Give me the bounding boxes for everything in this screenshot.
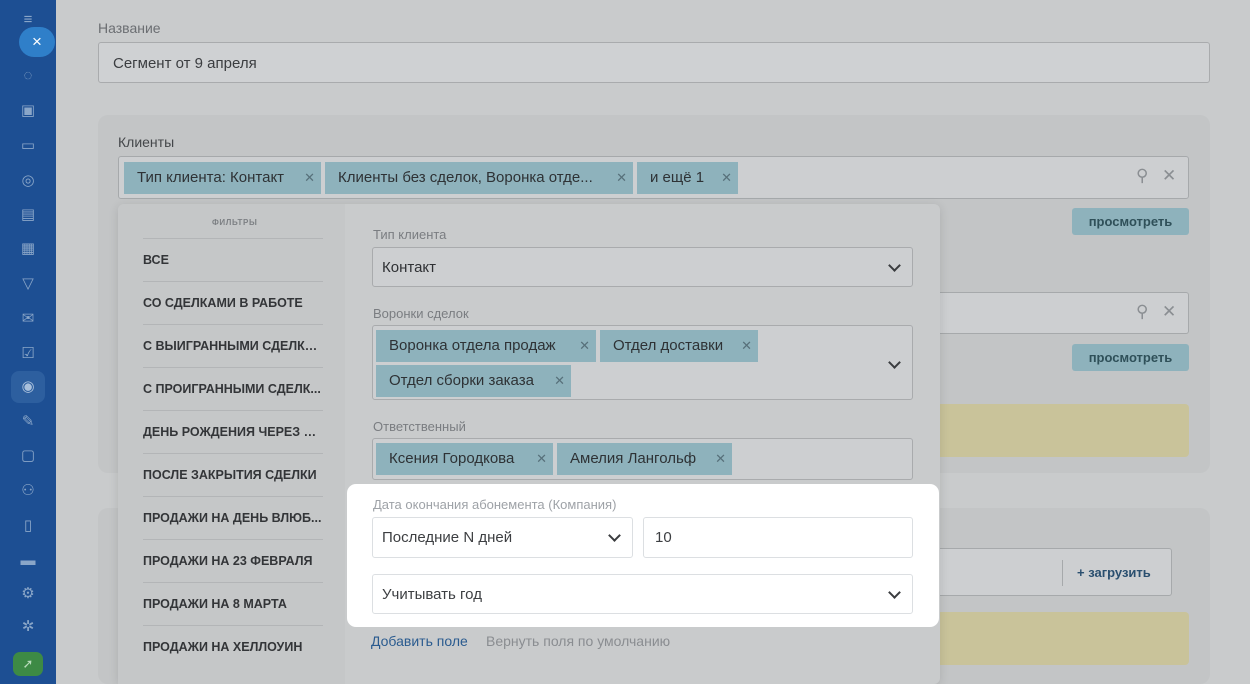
filter-item[interactable]: ПРОДАЖИ НА ХЕЛЛОУИН — [143, 625, 323, 668]
filter-item[interactable]: ПРОДАЖИ НА 8 МАРТА — [143, 582, 323, 625]
chevron-down-icon — [888, 259, 901, 272]
filter-item[interactable]: С ВЫИГРАННЫМИ СДЕЛКА... — [143, 324, 323, 367]
chip-label: и ещё 1 — [650, 169, 705, 186]
filter-item[interactable]: ПОСЛЕ ЗАКРЫТИЯ СДЕЛКИ — [143, 453, 323, 496]
name-label: Название — [98, 20, 161, 36]
funnels-label: Воронки сделок — [373, 306, 469, 321]
chip-label: Отдел доставки — [613, 337, 724, 354]
view-button[interactable]: просмотреть — [1072, 344, 1189, 371]
upload-button[interactable]: + загрузить — [1062, 560, 1151, 586]
responsible-label: Ответственный — [373, 419, 466, 434]
responsible-chip[interactable]: Ксения Городкова ✕ — [376, 443, 553, 475]
pencil-icon[interactable]: ✎ — [18, 412, 38, 432]
file-icon[interactable]: ▯ — [18, 516, 38, 536]
client-type-select[interactable]: Контакт — [372, 247, 913, 287]
add-field-link[interactable]: Добавить поле — [371, 633, 468, 649]
checkbox-icon[interactable]: ☑ — [18, 344, 38, 364]
chip-label: Амелия Лангольф — [570, 450, 697, 467]
client-type-value: Контакт — [382, 259, 437, 276]
chip-label: Тип клиента: Контакт — [137, 169, 285, 186]
year-value: Учитывать год — [382, 586, 482, 603]
filter-item[interactable]: С ПРОИГРАННЫМИ СДЕЛК... — [143, 367, 323, 410]
remove-chip-icon[interactable]: ✕ — [579, 330, 590, 362]
funnel-chip[interactable]: Отдел доставки ✕ — [600, 330, 758, 362]
mail-icon[interactable]: ✉ — [18, 309, 38, 329]
database-icon[interactable]: ◎ — [18, 171, 38, 191]
client-chip[interactable]: Клиенты без сделок, Воронка отде... ✕ — [325, 162, 633, 194]
filter-item[interactable]: ДЕНЬ РОЖДЕНИЯ ЧЕРЕЗ 5 ... — [143, 410, 323, 453]
ticket-icon[interactable]: ▢ — [18, 446, 38, 466]
settings-icon[interactable]: ✲ — [18, 617, 38, 637]
funnel-chip[interactable]: Отдел сборки заказа ✕ — [376, 365, 571, 397]
responsible-chip[interactable]: Амелия Лангольф ✕ — [557, 443, 732, 475]
remove-chip-icon[interactable]: ✕ — [741, 330, 752, 362]
remove-chip-icon[interactable]: ✕ — [715, 443, 726, 475]
client-type-label: Тип клиента — [373, 227, 447, 242]
search-icon[interactable]: ⚲ — [1136, 166, 1148, 186]
close-icon[interactable]: × — [19, 27, 55, 57]
filter-item[interactable]: ВСЕ — [143, 238, 323, 281]
remove-chip-icon[interactable]: ✕ — [721, 162, 732, 194]
reset-fields-link[interactable]: Вернуть поля по умолчанию — [486, 633, 670, 649]
chip-label: Воронка отдела продаж — [389, 337, 556, 354]
notice-box — [930, 612, 1189, 665]
view-button[interactable]: просмотреть — [1072, 208, 1189, 235]
funnel-icon[interactable]: ▽ — [18, 274, 38, 294]
filter-item[interactable]: ПРОДАЖИ НА 23 ФЕВРАЛЯ — [143, 539, 323, 582]
remove-chip-icon[interactable]: ✕ — [536, 443, 547, 475]
client-chip[interactable]: Тип клиента: Контакт ✕ — [124, 162, 321, 194]
chevron-down-icon — [888, 586, 901, 599]
search-icon[interactable]: ⚲ — [1136, 302, 1148, 322]
messages-icon[interactable]: ▭ — [18, 136, 38, 156]
target-icon[interactable]: ◉ — [18, 377, 38, 397]
subscription-end-label: Дата окончания абонемента (Компания) — [373, 497, 617, 512]
chevron-down-icon — [888, 356, 901, 369]
clients-label: Клиенты — [118, 134, 175, 150]
users-icon[interactable]: ⚇ — [18, 481, 38, 501]
chip-label: Клиенты без сделок, Воронка отде... — [338, 169, 593, 186]
filter-item[interactable]: СО СДЕЛКАМИ В РАБОТЕ — [143, 281, 323, 324]
document-icon[interactable]: ▤ — [18, 205, 38, 225]
remove-chip-icon[interactable]: ✕ — [554, 365, 565, 397]
calendar-icon[interactable]: ▦ — [18, 239, 38, 259]
remove-chip-icon[interactable]: ✕ — [304, 162, 315, 194]
clear-icon[interactable]: ✕ — [1162, 166, 1176, 186]
rocket-icon[interactable]: ➚ — [13, 652, 43, 676]
secondary-filter-field[interactable] — [930, 292, 1189, 334]
period-value: Последние N дней — [382, 529, 513, 546]
clear-icon[interactable]: ✕ — [1162, 302, 1176, 322]
year-select[interactable]: Учитывать год — [372, 574, 913, 614]
remove-chip-icon[interactable]: ✕ — [616, 162, 627, 194]
period-select[interactable]: Последние N дней — [372, 517, 633, 558]
client-chip[interactable]: и ещё 1 ✕ — [637, 162, 738, 194]
chevron-down-icon — [608, 529, 621, 542]
left-navigation: ≡ × ◌ ▣ ▭ ◎ ▤ ▦ ▽ ✉ ☑ ◉ ✎ ▢ ⚇ ▯ ▬ ⚙ ✲ ➚ — [0, 0, 56, 684]
name-input[interactable]: Сегмент от 9 апреля — [98, 42, 1210, 83]
filters-heading: ФИЛЬТРЫ — [212, 218, 258, 227]
chat-icon[interactable]: ◌ — [18, 66, 38, 86]
days-value: 10 — [655, 529, 672, 546]
days-input[interactable]: 10 — [643, 517, 913, 558]
chip-label: Ксения Городкова — [389, 450, 515, 467]
notice-box — [930, 404, 1189, 457]
chip-label: Отдел сборки заказа — [389, 372, 534, 389]
gamepad-icon[interactable]: ⚙ — [18, 584, 38, 604]
funnel-chip[interactable]: Воронка отдела продаж ✕ — [376, 330, 596, 362]
tasks-icon[interactable]: ▣ — [18, 101, 38, 121]
card-icon[interactable]: ▬ — [18, 551, 38, 571]
filter-item[interactable]: ПРОДАЖИ НА ДЕНЬ ВЛЮБ... — [143, 496, 323, 539]
